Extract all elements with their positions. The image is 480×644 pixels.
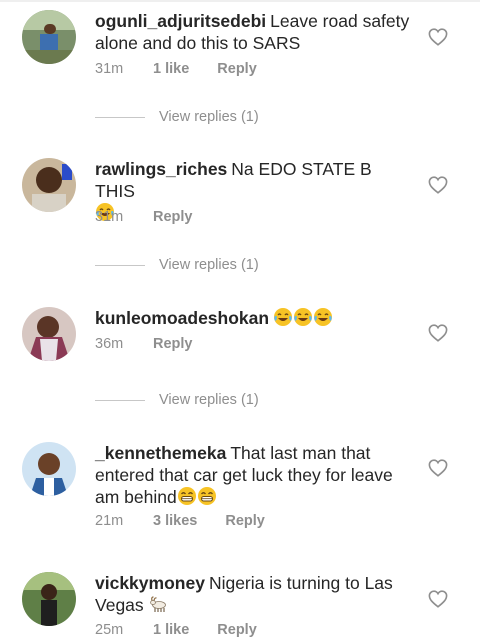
avatar[interactable] <box>22 307 76 361</box>
view-replies-label: View replies (1) <box>159 257 259 273</box>
view-replies-divider <box>95 399 145 401</box>
heart-outline-icon[interactable] <box>428 459 448 477</box>
view-replies-label: View replies (1) <box>159 109 259 125</box>
heart-outline-icon[interactable] <box>428 590 448 608</box>
reply-button[interactable]: Reply <box>217 61 257 77</box>
heart-outline-icon[interactable] <box>428 324 448 342</box>
face-with-tears-of-joy-icon <box>273 307 293 327</box>
avatar[interactable] <box>22 10 76 64</box>
view-replies-button[interactable]: View replies (1) <box>95 257 259 273</box>
comment-likes[interactable]: 3 likes <box>153 513 197 529</box>
view-replies-divider <box>95 264 145 266</box>
grinning-face-with-smiling-eyes-icon <box>197 486 217 506</box>
reply-button[interactable]: Reply <box>225 513 265 529</box>
comment-meta: 36m Reply <box>95 336 193 352</box>
face-with-tears-of-joy-icon <box>293 307 313 327</box>
view-replies-button[interactable]: View replies (1) <box>95 392 259 408</box>
comment-text: ogunli_adjuritsedebi Leave road safety al… <box>95 10 410 54</box>
comment-time: 36m <box>95 336 124 352</box>
avatar[interactable] <box>22 442 76 496</box>
avatar[interactable] <box>22 158 76 212</box>
comment-time: 31m <box>95 61 124 77</box>
comment-meta: 21m 3 likes Reply <box>95 513 265 529</box>
comment-username[interactable]: rawlings_riches <box>95 159 227 179</box>
heart-outline-icon[interactable] <box>428 176 448 194</box>
goat-icon <box>149 594 169 614</box>
comment-likes[interactable]: 1 like <box>153 61 189 77</box>
view-replies-label: View replies (1) <box>159 392 259 408</box>
comment-time: 31m <box>95 209 124 225</box>
face-with-tears-of-joy-icon <box>313 307 333 327</box>
reply-button[interactable]: Reply <box>217 622 257 638</box>
reply-button[interactable]: Reply <box>153 209 193 225</box>
view-replies-divider <box>95 116 145 118</box>
comment-username[interactable]: vickkymoney <box>95 573 205 593</box>
comment-time: 21m <box>95 513 124 529</box>
comment-text: _kennethemeka That last man that entered … <box>95 442 410 508</box>
comment-meta: 25m 1 like Reply <box>95 622 257 638</box>
comment-meta: 31m 1 like Reply <box>95 61 257 77</box>
comment-username[interactable]: _kennethemeka <box>95 443 226 463</box>
comment-username[interactable]: ogunli_adjuritsedebi <box>95 11 266 31</box>
heart-outline-icon[interactable] <box>428 28 448 46</box>
comment-text: vickkymoney Nigeria is turning to Las Veg… <box>95 572 410 616</box>
comment-likes[interactable]: 1 like <box>153 622 189 638</box>
grinning-face-with-smiling-eyes-icon <box>177 486 197 506</box>
top-divider <box>0 0 480 2</box>
comment-time: 25m <box>95 622 124 638</box>
avatar[interactable] <box>22 572 76 626</box>
comment-text: kunleomoadeshokan <box>95 307 410 329</box>
reply-button[interactable]: Reply <box>153 336 193 352</box>
comment-meta: 31m Reply <box>95 209 193 225</box>
view-replies-button[interactable]: View replies (1) <box>95 109 259 125</box>
comment-username[interactable]: kunleomoadeshokan <box>95 308 269 328</box>
